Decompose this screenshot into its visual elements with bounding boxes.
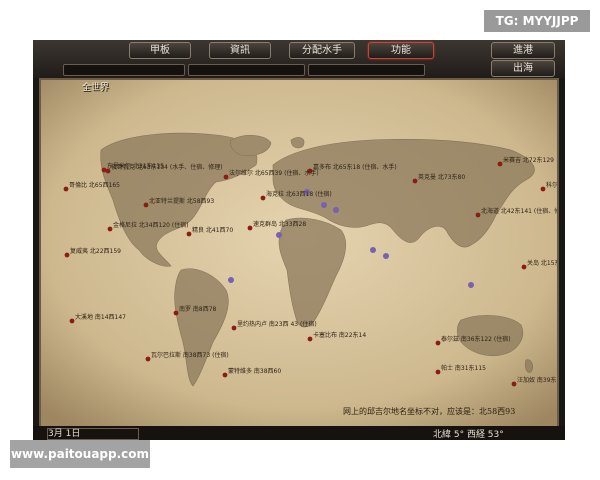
port-marker[interactable] [521,264,527,270]
port-label[interactable]: 米赛吉 北72东129 [503,157,554,164]
set-sail-button[interactable]: 出海 [491,60,555,77]
port-label[interactable]: 精良 北41西70 [192,227,233,234]
port-label[interactable]: 速克群岛 北33西28 [253,221,306,228]
port-marker[interactable] [63,186,69,192]
port-label[interactable]: 南罗 南8西78 [179,306,216,313]
port-marker[interactable] [435,340,441,346]
port-label[interactable]: 卡塞比布 南22东14 [313,332,366,339]
port-label[interactable]: 法尔维尔 北65西39 (住宿、水手) [229,170,319,177]
port-marker[interactable] [107,226,113,232]
port-label[interactable]: 帕士 南31东115 [441,365,486,372]
port-marker[interactable] [307,336,313,342]
world-map[interactable]: 哥倫比 北65西165 夜哥瓦克 北63东134 (水手、住宿、修理) 东恩米尔 北… [39,78,559,428]
watermark-top: TG: MYYJJPP [484,10,590,32]
assign-sailors-button[interactable]: 分配水手 [289,42,355,59]
port-label[interactable]: 里约热内卢 南23西 43 (住宿) [237,321,317,328]
port-marker[interactable] [231,325,237,331]
port-label[interactable]: 科尔夫 北60东165 [546,182,557,189]
coordinate-display: 北緯 5° 西経 53° [433,430,504,440]
port-label[interactable]: 瓦尔巴拉斯 南38西73 (住宿) [151,352,229,359]
port-marker[interactable] [412,178,418,184]
port-label[interactable]: 关岛 北15东145 [527,260,557,267]
port-label[interactable]: 北海道 北42东141 (住宿、修理) [481,208,557,215]
port-marker[interactable] [64,252,70,258]
watermark-bottom: www.paitouapp.com [10,440,150,468]
port-marker[interactable] [497,161,503,167]
port-marker[interactable] [143,202,149,208]
top-toolbar: 甲板 資訊 分配水手 功能 進港 出海 [33,40,565,78]
status-slot-3 [308,64,425,76]
status-slot-1 [63,64,185,76]
port-label[interactable]: 嘉多布 北65东18 (住宿、水手) [313,164,397,171]
port-label[interactable]: 英克曼 北73东80 [418,174,465,181]
port-marker[interactable] [475,212,481,218]
function-button[interactable]: 功能 [368,42,434,59]
status-message: 网上的邱吉尔地名坐标不对，应该是：北58西93 [343,407,516,416]
port-label[interactable]: 金格尼拉 北34西120 (住宿) [113,222,189,229]
port-label[interactable]: 东恩米尔 北31东135 [107,163,164,170]
port-marker[interactable] [69,318,75,324]
port-label[interactable]: 海克拉 北63西18 (住宿) [266,191,332,198]
port-label[interactable]: 泰尔兹 南36东122 (住宿) [441,336,511,343]
map-title: 全世界 [82,83,110,93]
game-window: 甲板 資訊 分配水手 功能 進港 出海 哥倫比 北65西165 夜哥瓦克 北63… [33,40,565,440]
port-marker[interactable] [223,174,229,180]
port-marker[interactable] [247,225,253,231]
port-marker[interactable] [222,372,228,378]
port-marker[interactable] [173,310,179,316]
date-display: 3月 1日 [47,428,139,440]
port-marker[interactable] [435,369,441,375]
port-label[interactable]: 哥倫比 北65西165 [69,182,120,189]
port-label[interactable]: 汪加奴 南39东174 [517,377,557,384]
info-button[interactable]: 資訊 [209,42,271,59]
deck-button[interactable]: 甲板 [129,42,191,59]
bottom-bar: 3月 1日 北緯 5° 西経 53° [33,426,565,440]
port-label[interactable]: 蒙特维多 南38西60 [228,368,281,375]
port-marker[interactable] [186,231,192,237]
status-slot-2 [188,64,305,76]
port-marker[interactable] [540,186,546,192]
port-marker[interactable] [260,195,266,201]
port-label[interactable]: 大溪地 南14西147 [75,314,126,321]
port-marker[interactable] [511,381,517,387]
port-label[interactable]: 复威夷 北22西159 [70,248,121,255]
port-marker[interactable] [145,356,151,362]
port-marker[interactable] [101,167,107,173]
port-label[interactable]: 北亚特兰提斯 北58西93 [149,198,214,205]
enter-port-button[interactable]: 進港 [491,42,555,59]
